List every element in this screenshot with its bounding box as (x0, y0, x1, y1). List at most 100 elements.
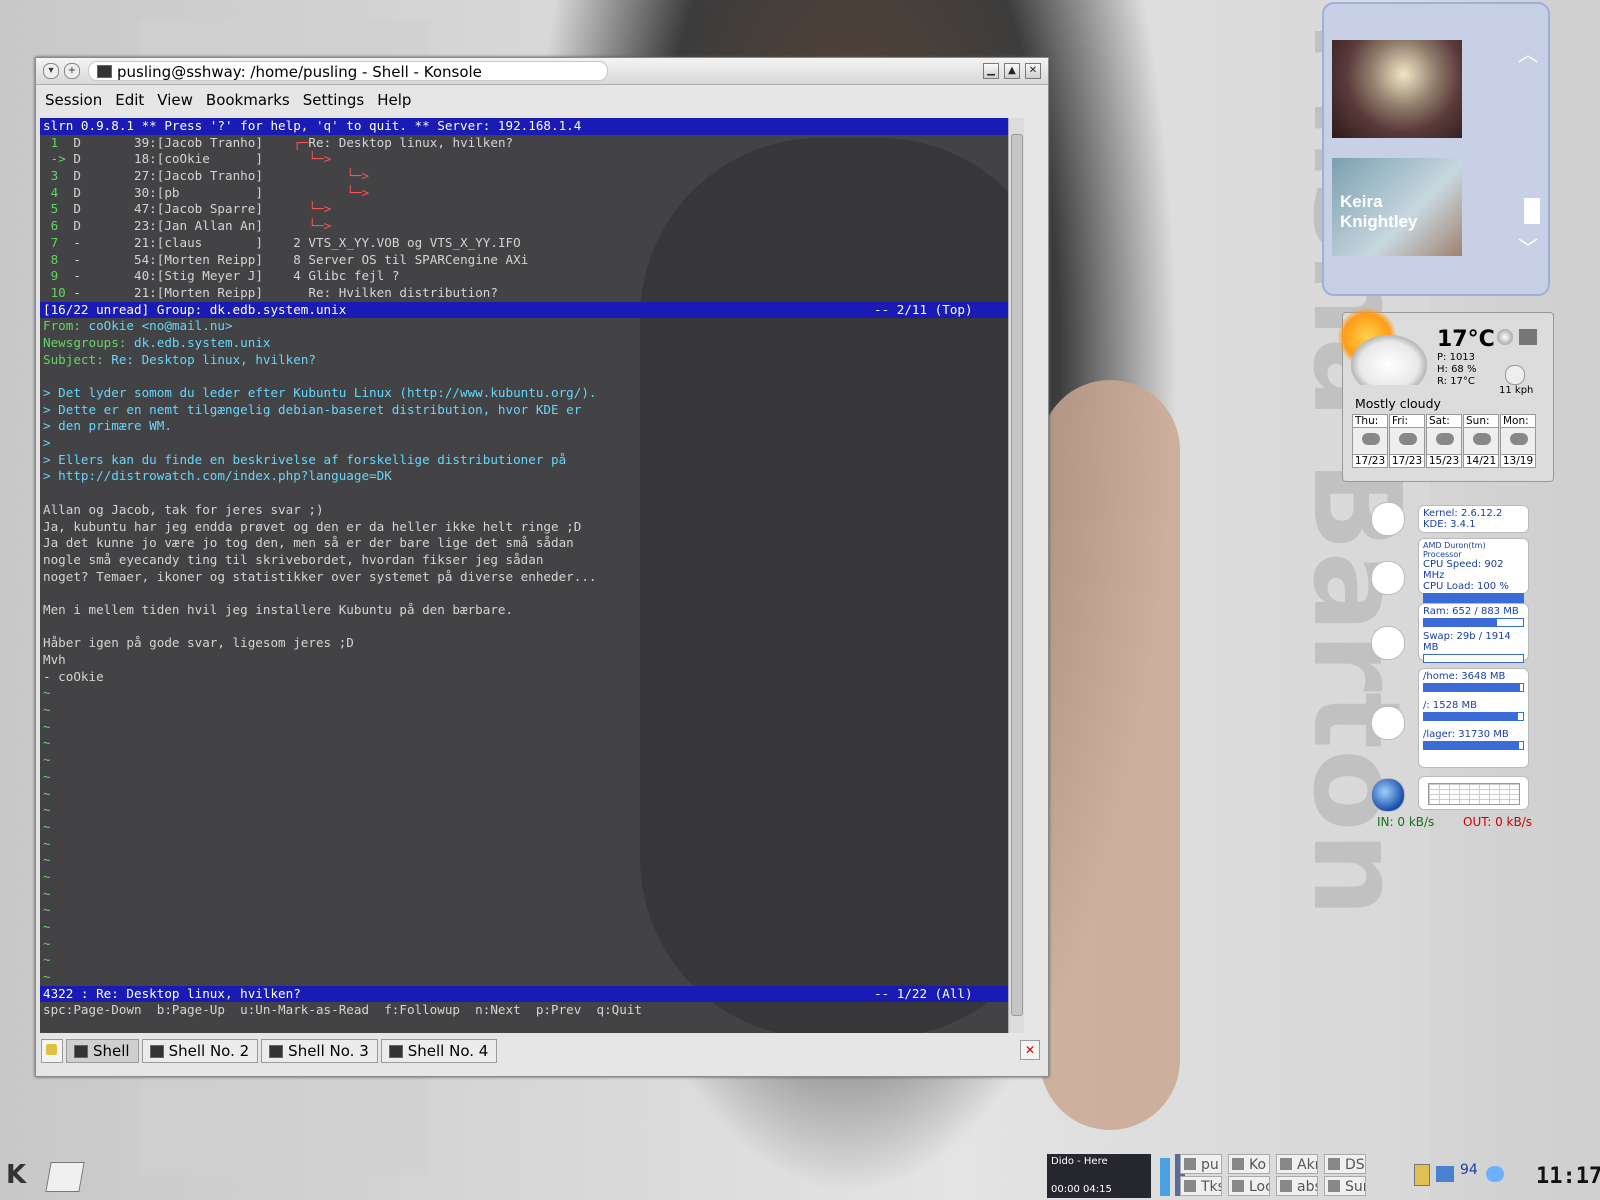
thread-row[interactable]: 9 - 40:[Stig Meyer J] 4 Glibc fejl ? (40, 268, 1024, 285)
thread-row[interactable]: 1 D 39:[Jacob Tranho] ┌─Re: Desktop linu… (40, 135, 1024, 152)
thread-number: 8 (43, 251, 74, 267)
forecast-temps: 14/21 (1463, 454, 1499, 468)
camera-icon[interactable] (1519, 329, 1537, 345)
scrollbar-thumb[interactable] (1011, 134, 1023, 1016)
taskbar-button[interactable]: Loc (1228, 1176, 1270, 1196)
terminal-scrollbar[interactable] (1008, 118, 1024, 1033)
tab-shell-2[interactable]: Shell No. 2 (141, 1039, 259, 1063)
forecast-temps: 17/23 (1352, 454, 1388, 468)
thread-flag: D (73, 218, 127, 234)
tab-shell-4[interactable]: Shell No. 4 (380, 1039, 498, 1063)
forecast-temps: 13/19 (1500, 454, 1536, 468)
chevron-down-icon[interactable]: ﹀ (1518, 232, 1538, 261)
rain-cloud-icon (1463, 428, 1499, 454)
menu-edit[interactable]: Edit (110, 91, 152, 109)
thread-row[interactable]: 7 - 21:[claus ] 2 VTS_X_YY.VOB og VTS_X_… (40, 235, 1024, 252)
media-player-applet[interactable]: Dido - Here 00:00 04:15 (1047, 1154, 1151, 1198)
slideshow-widget: Keira Knightley ︿ ﹀ (1322, 2, 1550, 296)
thread-tree: └─> (262, 201, 332, 217)
scroll-marker[interactable] (1524, 198, 1540, 224)
thumbnail-image-2[interactable]: Keira Knightley (1332, 158, 1462, 256)
cloud-icon (1351, 335, 1427, 385)
root-usage: /: 1528 MB (1423, 700, 1478, 711)
thread-row[interactable]: 4 D 30:[pb ] └─> (40, 185, 1024, 202)
terminal-icon (74, 1045, 88, 1058)
forecast-day-name: Fri: (1389, 414, 1425, 428)
thread-row[interactable]: 8 - 54:[Morten Reipp] 8 Server OS til SP… (40, 252, 1024, 269)
maximize-button[interactable]: ▲ (1004, 63, 1020, 79)
tilde-line: ~ (43, 835, 51, 851)
clipboard-icon[interactable] (1414, 1164, 1430, 1186)
thread-tree: └─> (262, 168, 370, 184)
menu-bookmarks[interactable]: Bookmarks (201, 91, 298, 109)
globe-icon[interactable] (1497, 329, 1513, 345)
thread-score: 21: (126, 284, 157, 300)
app-icon (1280, 1158, 1292, 1170)
app-icon (1184, 1158, 1196, 1170)
thread-tree: 2 (262, 234, 309, 250)
article-status-bar: 4322 : Re: Desktop linux, hvilken? -- 1/2… (40, 985, 1024, 1003)
system-info-box: Kernel: 2.6.12.2 KDE: 3.4.1 (1418, 505, 1529, 533)
taskbar-button[interactable]: abs (1276, 1176, 1318, 1196)
clock[interactable]: 11:17 (1536, 1164, 1600, 1189)
close-button[interactable]: ✕ (1025, 63, 1041, 79)
tilde-line: ~ (43, 685, 51, 701)
thread-subject: Re: Hvilken distribution? (308, 284, 498, 300)
show-desktop-icon[interactable] (45, 1162, 85, 1192)
window-menu-icon[interactable]: ▾ (43, 63, 59, 79)
new-session-button[interactable] (41, 1039, 63, 1063)
volume-bar[interactable] (1160, 1158, 1170, 1196)
network-tray-icon[interactable] (1436, 1166, 1454, 1182)
thread-row[interactable]: 5 D 47:[Jacob Sparre] └─> (40, 201, 1024, 218)
from-value: coOkie <no@mail.nu> (88, 318, 233, 334)
header-subject: Subject: Re: Desktop linux, hvilken? (40, 352, 1024, 369)
thread-number: 10 (43, 284, 74, 300)
ram-usage: Ram: 652 / 883 MB (1423, 606, 1519, 617)
forecast-day: Thu: 17/23 (1352, 414, 1388, 468)
taskbar-button[interactable]: Tks (1180, 1176, 1222, 1196)
thread-score: 21: (126, 234, 157, 250)
thread-subject: Server OS til SPARCengine AXi (308, 251, 529, 267)
thread-number: 9 (43, 268, 74, 284)
quoted-line: > Det lyder somom du leder efter Kubuntu… (43, 385, 597, 400)
minimize-button[interactable]: ▁ (983, 63, 999, 79)
thread-score: 39: (126, 134, 157, 150)
chevron-up-icon[interactable]: ︿ (1518, 38, 1538, 67)
tab-shell-3[interactable]: Shell No. 3 (261, 1039, 378, 1063)
menu-settings[interactable]: Settings (298, 91, 373, 109)
taskbar-button[interactable]: Ko (1228, 1154, 1270, 1174)
thumbnail-image-1[interactable] (1332, 40, 1462, 138)
k-menu-icon[interactable]: K (6, 1160, 40, 1194)
session-tab-bar: Shell Shell No. 2 Shell No. 3 Shell No. … (36, 1036, 1046, 1066)
tilde-line: ~ (43, 902, 51, 918)
thread-row[interactable]: 3 D 27:[Jacob Tranho] └─> (40, 168, 1024, 185)
taskbar-button[interactable]: DSI (1324, 1154, 1366, 1174)
network-globe-icon (1371, 778, 1405, 812)
menu-help[interactable]: Help (372, 91, 419, 109)
terminal-area[interactable]: slrn 0.9.8.1 ** Press '?' for help, 'q' … (40, 118, 1024, 1033)
swap-bar (1423, 654, 1524, 663)
taskbar-button[interactable]: Akr (1276, 1154, 1318, 1174)
thread-row[interactable]: 10 - 21:[Morten Reipp] Re: Hvilken distr… (40, 285, 1024, 302)
taskbar-button[interactable]: Sur (1324, 1176, 1366, 1196)
menu-session[interactable]: Session (40, 91, 110, 109)
title-bar[interactable]: ▾ + pusling@sshway: /home/pusling - Shel… (36, 58, 1048, 85)
tilde-line: ~ (43, 935, 51, 951)
rain-cloud-icon (1389, 428, 1425, 454)
thread-row[interactable]: 6 D 23:[Jan Allan An] └─> (40, 218, 1024, 235)
kernel-version: Kernel: 2.6.12.2 (1423, 508, 1503, 519)
body-line: Ja, kubuntu har jeg endda prøvet og den … (43, 518, 582, 534)
menu-view[interactable]: View (152, 91, 201, 109)
thread-tree: └─> (262, 218, 332, 234)
memory-icon (1371, 626, 1405, 660)
group-status-bar: [16/22 unread] Group: dk.edb.system.unix… (40, 301, 1024, 319)
thread-row[interactable]: -> D 18:[coOkie ] └─> (40, 151, 1024, 168)
taskbar-button[interactable]: pu (1180, 1154, 1222, 1174)
weather-tray-icon[interactable] (1486, 1166, 1504, 1182)
close-session-button[interactable]: ✕ (1020, 1040, 1040, 1060)
tilde-line: ~ (43, 885, 51, 901)
home-bar (1423, 683, 1524, 692)
tab-shell[interactable]: Shell (66, 1039, 139, 1063)
thread-tree: 8 (262, 251, 309, 267)
sticky-icon[interactable]: + (64, 63, 80, 79)
